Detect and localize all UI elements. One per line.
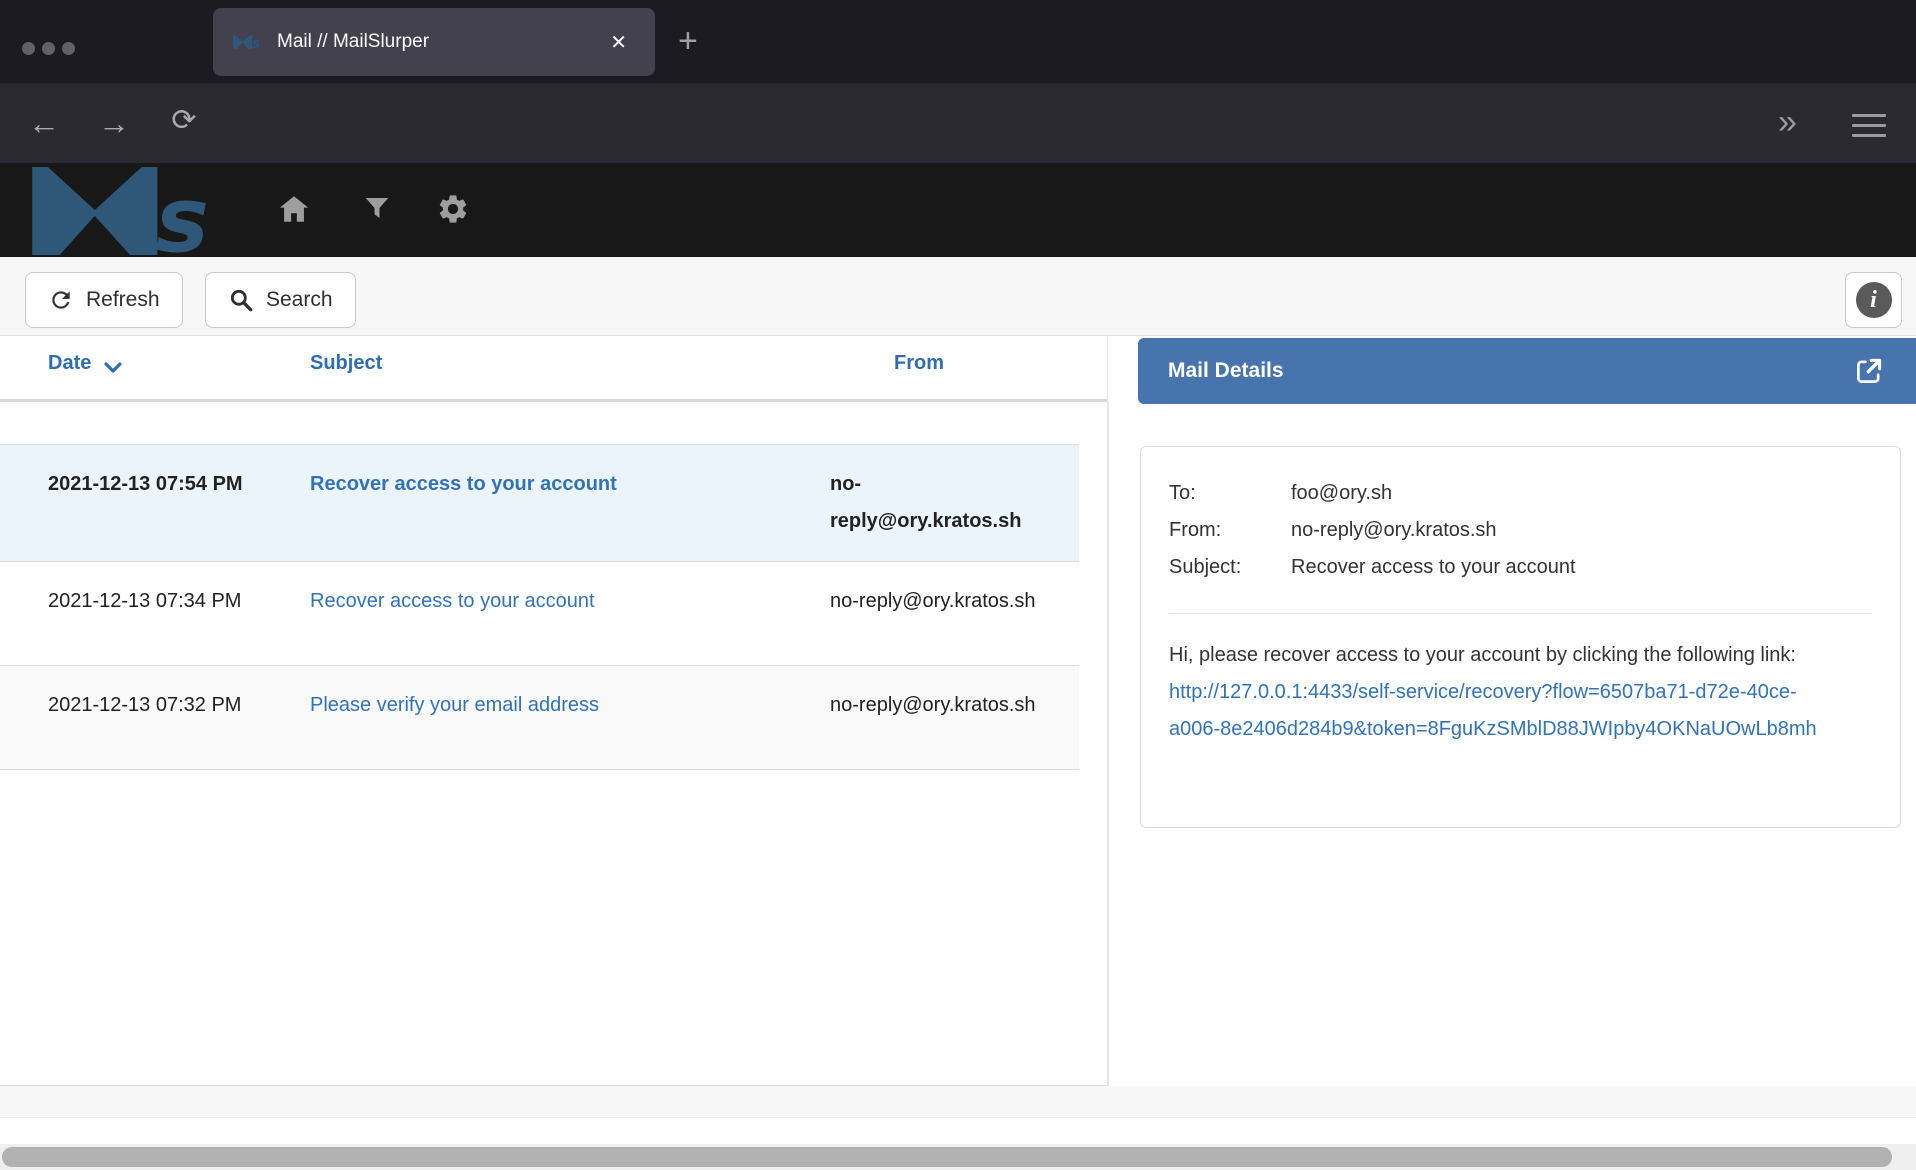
- new-tab-button[interactable]: +: [678, 22, 698, 60]
- svg-text:s: s: [155, 169, 209, 255]
- window-controls[interactable]: [22, 42, 75, 55]
- browser-navbar: ← → ⟳ 127.0.0.1:4436/# 90% ☆ »: [0, 83, 1916, 163]
- mail-details-card: To: foo@ory.sh From: no-reply@ory.kratos…: [1140, 446, 1901, 828]
- panel-divider: [1107, 402, 1109, 1118]
- mail-body-text: Hi, please recover access to your accoun…: [1169, 644, 1796, 666]
- to-label: To:: [1169, 475, 1291, 512]
- open-external-icon[interactable]: [1852, 354, 1886, 388]
- mail-details-header: Mail Details: [1138, 338, 1916, 404]
- mail-subject-link[interactable]: Recover access to your account: [310, 473, 617, 495]
- mail-table-header: Date Subject From: [0, 336, 1107, 402]
- mail-date: 2021-12-13 07:54 PM: [0, 466, 310, 540]
- mailslurper-header: s: [0, 163, 1916, 257]
- browser-tab-bar: s Mail // MailSlurper ✕ +: [0, 0, 1916, 83]
- mail-date: 2021-12-13 07:32 PM: [0, 687, 310, 748]
- from-value: no-reply@ory.kratos.sh: [1291, 512, 1872, 549]
- mail-details-title: Mail Details: [1168, 359, 1852, 383]
- refresh-label: Refresh: [86, 288, 160, 312]
- mail-table-body: 2021-12-13 07:54 PM Recover access to yo…: [0, 444, 1079, 770]
- browser-tab[interactable]: s Mail // MailSlurper ✕: [213, 8, 655, 76]
- filter-icon[interactable]: [362, 192, 392, 224]
- mailslurper-favicon: s: [233, 29, 263, 55]
- refresh-button[interactable]: Refresh: [25, 272, 183, 328]
- scrollbar-thumb[interactable]: [2, 1147, 1892, 1167]
- table-row[interactable]: 2021-12-13 07:32 PM Please verify your e…: [0, 666, 1079, 770]
- table-row[interactable]: 2021-12-13 07:54 PM Recover access to yo…: [0, 445, 1079, 562]
- refresh-icon: [48, 287, 74, 313]
- mail-from: no-reply@ory.kratos.sh: [830, 687, 1079, 748]
- hamburger-menu-icon[interactable]: [1852, 114, 1886, 144]
- action-toolbar: Refresh Search i: [0, 257, 1916, 336]
- search-label: Search: [266, 288, 333, 312]
- info-icon: i: [1856, 282, 1892, 318]
- mail-subject-link[interactable]: Recover access to your account: [310, 590, 595, 612]
- overflow-chevrons-icon[interactable]: »: [1778, 103, 1793, 142]
- from-label: From:: [1169, 512, 1291, 549]
- mail-subject-link[interactable]: Please verify your email address: [310, 694, 599, 716]
- tab-close-icon[interactable]: ✕: [602, 26, 635, 59]
- mail-meta: To: foo@ory.sh From: no-reply@ory.kratos…: [1169, 475, 1872, 586]
- subject-value: Recover access to your account: [1291, 549, 1872, 586]
- table-row[interactable]: 2021-12-13 07:34 PM Recover access to yo…: [0, 562, 1079, 666]
- to-value: foo@ory.sh: [1291, 475, 1872, 512]
- tab-title: Mail // MailSlurper: [277, 31, 602, 53]
- mail-body: Hi, please recover access to your accoun…: [1169, 637, 1841, 748]
- footer-strip-white: [0, 1118, 1916, 1144]
- forward-button[interactable]: →: [92, 101, 136, 145]
- back-button[interactable]: ←: [22, 101, 66, 145]
- sort-chevron-down-icon: [101, 355, 125, 379]
- column-header-from[interactable]: From: [830, 352, 1107, 399]
- details-divider: [1169, 613, 1872, 614]
- mail-from: no-reply@ory.kratos.sh: [830, 583, 1079, 644]
- mail-list-panel: Date Subject From 2021-12-13 07:54 PM Re…: [0, 336, 1108, 1086]
- info-button[interactable]: i: [1845, 272, 1902, 328]
- reload-button[interactable]: ⟳: [162, 99, 206, 143]
- horizontal-scrollbar[interactable]: [0, 1144, 1916, 1170]
- mailslurper-logo: s: [30, 167, 230, 255]
- gear-icon[interactable]: [436, 192, 470, 226]
- mail-date: 2021-12-13 07:34 PM: [0, 583, 310, 644]
- search-button[interactable]: Search: [205, 272, 356, 328]
- recovery-link[interactable]: http://127.0.0.1:4433/self-service/recov…: [1169, 681, 1817, 740]
- column-header-subject[interactable]: Subject: [310, 352, 830, 399]
- home-icon[interactable]: [276, 192, 312, 226]
- svg-text:s: s: [252, 36, 260, 52]
- subject-label: Subject:: [1169, 549, 1291, 586]
- search-icon: [228, 287, 254, 313]
- mail-from: no-reply@ory.kratos.sh: [830, 466, 1079, 540]
- footer-strip: [0, 1086, 1916, 1118]
- column-header-date[interactable]: Date: [0, 352, 310, 399]
- main-content: Date Subject From 2021-12-13 07:54 PM Re…: [0, 336, 1916, 1170]
